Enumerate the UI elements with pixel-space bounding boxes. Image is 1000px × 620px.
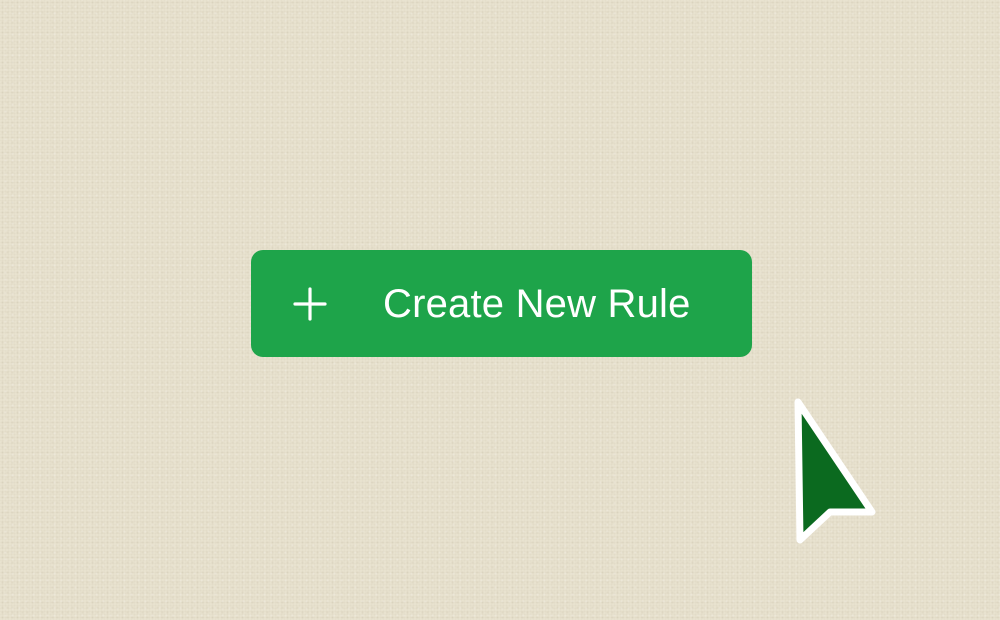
plus-icon bbox=[293, 287, 327, 321]
create-new-rule-button[interactable]: Create New Rule bbox=[251, 250, 752, 357]
create-new-rule-label: Create New Rule bbox=[383, 282, 691, 326]
pointer-cursor-icon bbox=[780, 390, 890, 550]
background-canvas: Create New Rule bbox=[0, 0, 1000, 620]
